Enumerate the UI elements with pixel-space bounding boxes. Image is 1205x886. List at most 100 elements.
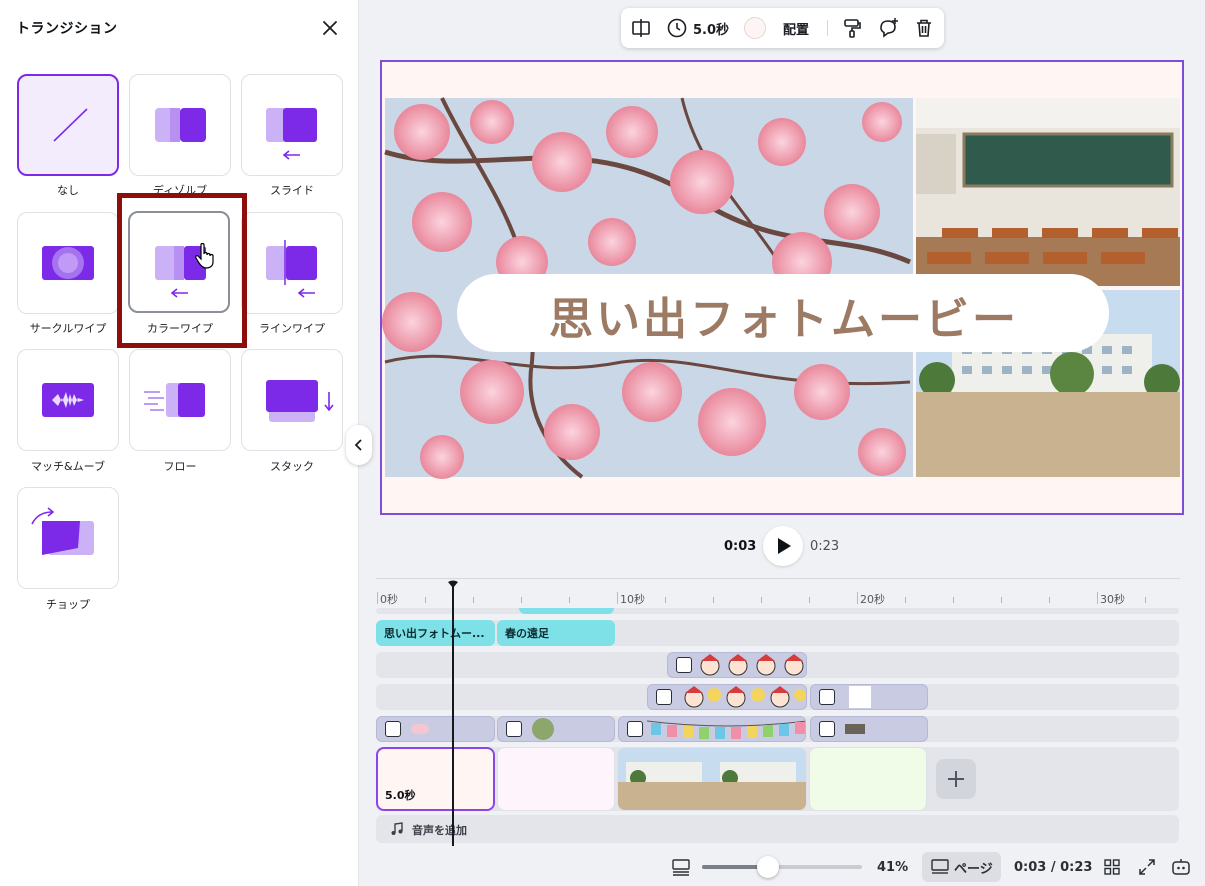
chevron-left-icon	[354, 439, 362, 451]
pages-view-button[interactable]: ページ	[922, 852, 1001, 882]
transition-label: カラーワイプ	[147, 322, 213, 335]
audio-track[interactable]: 音声を追加	[376, 815, 1179, 843]
image-icon	[656, 689, 672, 705]
paint-roller-icon	[844, 19, 861, 38]
transition-line-wipe[interactable]	[241, 212, 343, 314]
transition-slide[interactable]	[241, 74, 343, 176]
split-button[interactable]	[630, 8, 652, 48]
shapes-icon	[385, 721, 401, 737]
playhead[interactable]	[452, 582, 454, 846]
transitions-panel: トランジション なし ディゾルブ スライド サークルワイプ カラーワイプ ライン…	[0, 0, 359, 886]
toolbar-divider	[827, 20, 828, 36]
canvas-title[interactable]: 思い出フォトムービー	[458, 276, 1110, 354]
page-thumbnail-1[interactable]: 5.0秒	[376, 747, 495, 811]
transition-match-move[interactable]	[17, 349, 119, 451]
design-canvas[interactable]: 思い出フォトムービー	[380, 60, 1184, 515]
trash-icon	[917, 19, 931, 37]
playhead-knob[interactable]	[447, 580, 459, 590]
photo-thumbnail	[845, 724, 865, 734]
timeline-track	[376, 608, 1179, 614]
sticker-thumbnails	[684, 686, 806, 708]
arrange-label: 配置	[783, 22, 810, 38]
copy-style-button[interactable]	[841, 8, 863, 48]
collapse-panel-button[interactable]	[346, 425, 372, 465]
panel-title: トランジション	[16, 21, 118, 37]
color-swatch	[744, 17, 766, 39]
pages-label: ページ	[954, 861, 993, 877]
play-button[interactable]	[763, 526, 803, 566]
page-thumbnail-2[interactable]	[497, 747, 615, 811]
ruler-tick	[665, 597, 666, 603]
duration-label: 5.0秒	[693, 22, 730, 38]
dissolve-icon	[155, 108, 206, 142]
transition-circle-wipe[interactable]	[17, 212, 119, 314]
graphic-clip[interactable]	[376, 716, 495, 742]
color-button[interactable]	[744, 8, 766, 48]
add-audio-label: 音声を追加	[412, 824, 467, 837]
grid-icon	[1104, 859, 1120, 875]
transition-label: スタック	[270, 460, 314, 473]
close-panel-button[interactable]	[318, 16, 342, 40]
zoom-percent[interactable]: 41%	[877, 850, 908, 884]
clock-icon	[667, 18, 687, 38]
transition-flow[interactable]	[129, 349, 231, 451]
transition-label: ラインワイプ	[259, 322, 325, 335]
zoom-slider-knob[interactable]	[757, 856, 779, 878]
transition-label: スライド	[270, 184, 314, 197]
page-thumbnail-4[interactable]	[809, 747, 927, 811]
ruler-tick	[473, 597, 474, 603]
timeline-track	[376, 684, 1179, 710]
timeline-track: 思い出フォトムー... 春の遠足	[376, 620, 1179, 646]
arrange-button[interactable]: 配置	[783, 8, 809, 48]
ruler-tick	[1049, 597, 1050, 603]
delete-button[interactable]	[913, 8, 935, 48]
timeline-view-icon	[672, 859, 690, 876]
ruler-tick	[1145, 597, 1146, 603]
graphic-clip[interactable]	[497, 716, 615, 742]
ruler-label: 0秒	[377, 592, 398, 606]
ruler-tick	[713, 597, 714, 603]
graphic-clip[interactable]	[647, 684, 807, 710]
bottom-status-bar: 41% ページ 0:03 / 0:23	[660, 850, 1205, 884]
time-readout: 0:03 / 0:23	[1014, 859, 1093, 875]
page-thumbnail-3[interactable]	[617, 747, 807, 811]
plus-icon	[948, 771, 964, 787]
transition-label: チョップ	[46, 598, 90, 611]
ruler-tick	[1001, 597, 1002, 603]
close-icon	[323, 21, 337, 35]
ruler-tick	[809, 597, 810, 603]
graphic-clip[interactable]	[810, 684, 928, 710]
text-clip[interactable]: 春の遠足	[497, 620, 615, 646]
text-clip-partial[interactable]	[519, 608, 614, 614]
image-icon	[676, 657, 692, 673]
fullscreen-button[interactable]	[1137, 850, 1157, 884]
zoom-slider[interactable]	[702, 850, 862, 884]
color-wipe-icon	[155, 246, 206, 298]
ruler-tick	[953, 597, 954, 603]
comment-button[interactable]	[877, 8, 899, 48]
timeline-ruler[interactable]: 0秒 10秒 20秒 30秒	[376, 578, 1180, 608]
transition-none[interactable]	[17, 74, 119, 176]
split-icon	[632, 19, 650, 37]
grid-view-button[interactable]	[1102, 850, 1122, 884]
duration-button[interactable]: 5.0秒	[666, 8, 729, 48]
shape-thumbnail	[411, 724, 429, 734]
circle-wipe-icon	[42, 246, 94, 280]
hand-cursor-icon	[195, 243, 214, 269]
transition-chop[interactable]	[17, 487, 119, 589]
timeline-toggle-button[interactable]	[670, 850, 692, 884]
timeline-track	[376, 652, 1179, 678]
slide-icon	[266, 108, 317, 160]
assistant-button[interactable]	[1170, 850, 1192, 884]
ruler-tick	[521, 597, 522, 603]
graphic-clip[interactable]	[667, 652, 807, 678]
ruler-label: 20秒	[857, 592, 885, 606]
add-page-button[interactable]	[936, 759, 976, 799]
transition-label: サークルワイプ	[29, 322, 107, 335]
graphic-clip[interactable]	[618, 716, 806, 742]
graphic-clip[interactable]	[810, 716, 928, 742]
transition-dissolve[interactable]	[129, 74, 231, 176]
ruler-tick	[761, 597, 762, 603]
text-clip[interactable]: 思い出フォトムー...	[376, 620, 495, 646]
transition-stack[interactable]	[241, 349, 343, 451]
